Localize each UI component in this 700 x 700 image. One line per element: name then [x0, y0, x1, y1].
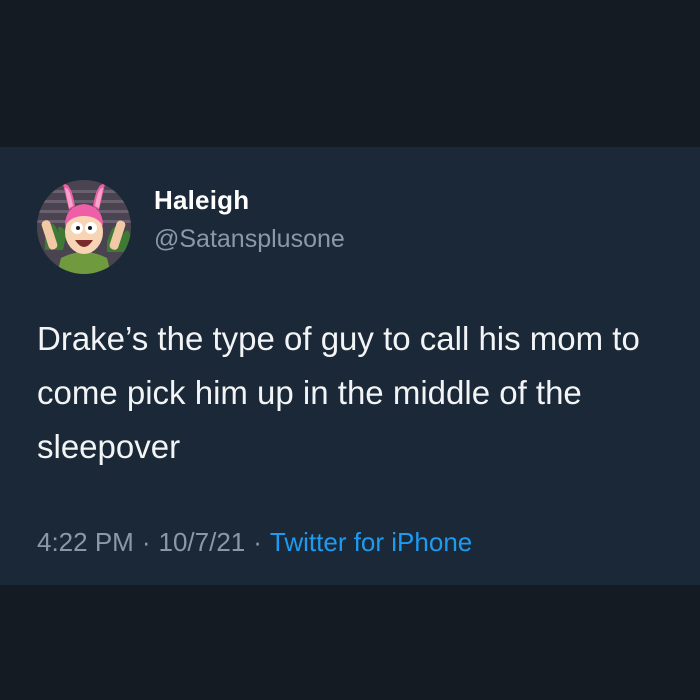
separator-dot: ·: [141, 527, 151, 557]
tweet-metadata: 4:22 PM · 10/7/21 · Twitter for iPhone: [37, 527, 472, 558]
avatar[interactable]: [37, 180, 131, 274]
separator-dot: ·: [253, 527, 262, 557]
page: Haleigh @Satansplusone Drake’s the type …: [0, 0, 700, 700]
tweet-text: Drake’s the type of guy to call his mom …: [37, 320, 640, 465]
tweet-source-link[interactable]: Twitter for iPhone: [270, 527, 472, 557]
cartoon-character-avatar-icon: [37, 180, 131, 274]
display-name[interactable]: Haleigh: [154, 185, 249, 216]
user-handle[interactable]: @Satansplusone: [154, 225, 345, 254]
tweet-time[interactable]: 4:22 PM: [37, 527, 134, 557]
tweet-date[interactable]: 10/7/21: [159, 527, 246, 557]
